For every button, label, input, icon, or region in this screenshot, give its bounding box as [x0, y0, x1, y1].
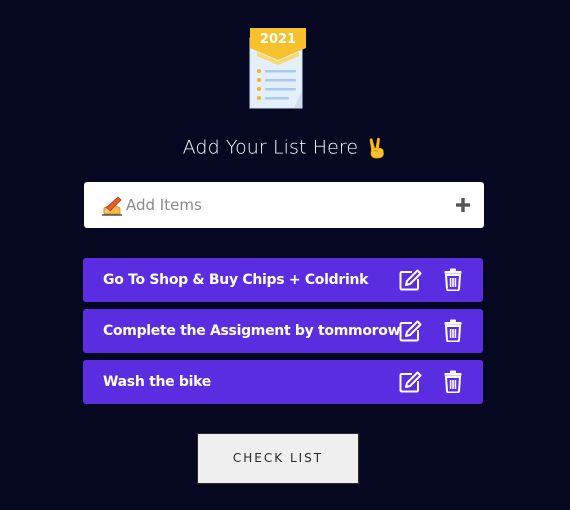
trash-icon[interactable]: [444, 268, 462, 291]
list-item-text: Go To Shop & Buy Chips + Coldrink: [103, 272, 369, 288]
logo-year: 2021: [260, 32, 296, 47]
check-list-button[interactable]: CHECK LIST: [197, 433, 359, 484]
edit-icon[interactable]: [399, 320, 422, 342]
list-item: Go To Shop & Buy Chips + Coldrink: [83, 258, 483, 302]
add-item-box: [84, 182, 484, 228]
todo-app: 2021 Add Your List Here Add Items Go To …: [0, 0, 570, 510]
todo-list: Go To Shop & Buy Chips + Coldrink Comple…: [83, 258, 483, 411]
trash-icon[interactable]: [444, 370, 462, 393]
add-item-input[interactable]: [126, 182, 446, 228]
writing-hand-icon: [102, 196, 122, 216]
edit-icon[interactable]: [399, 371, 422, 393]
victory-hand-icon: [369, 137, 385, 158]
plus-icon[interactable]: [454, 196, 472, 214]
list-item: Complete the Assigment by tommorow: [83, 309, 483, 353]
edit-icon[interactable]: [399, 269, 422, 291]
list-item-text: Wash the bike: [103, 374, 211, 390]
page-title-text: Add Your List Here: [182, 136, 359, 159]
list-item-text: Complete the Assigment by tommorow: [103, 323, 401, 339]
trash-icon[interactable]: [444, 319, 462, 342]
checklist-2021-icon: 2021: [249, 28, 306, 109]
page-title: Add Your List Here: [0, 136, 570, 159]
list-item: Wash the bike: [83, 360, 483, 404]
